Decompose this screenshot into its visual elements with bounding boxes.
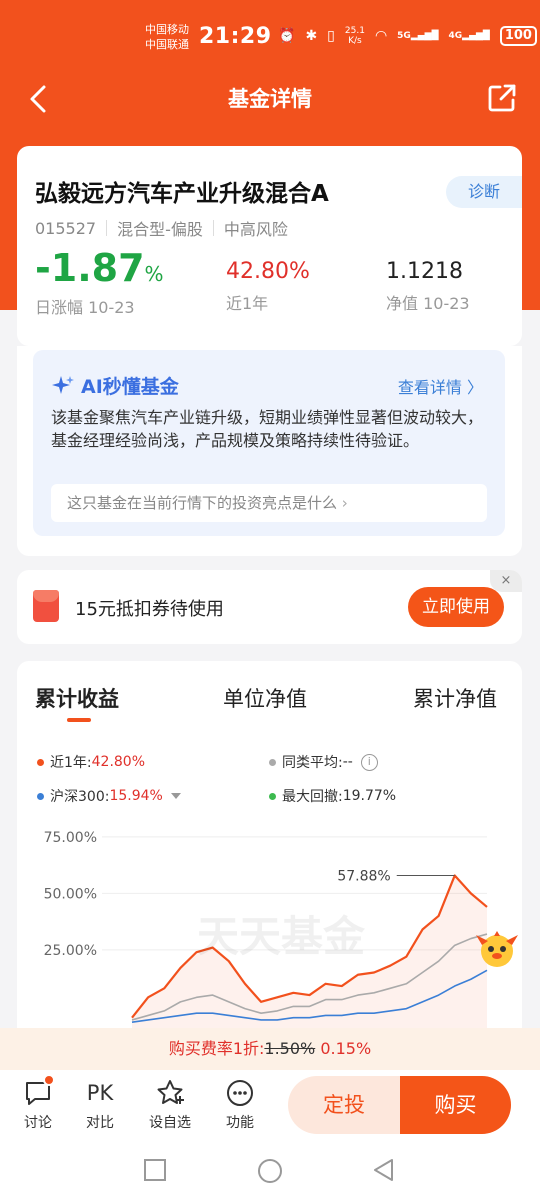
year-return-label: 近1年 — [226, 294, 269, 313]
chart-watermark: 天天基金 — [197, 912, 366, 961]
performance-chart-card: 累计收益 单位净值 累计净值 近1年: 42.80% 同类平均: -- i 沪深30… — [17, 661, 522, 1061]
nav-label: 净值 10-23 — [386, 294, 470, 313]
buy-button[interactable]: 购买 — [400, 1076, 511, 1134]
chevron-right-icon: › — [341, 494, 348, 512]
page-title: 基金详情 — [228, 87, 312, 111]
fund-risk: 中高风险 — [223, 220, 288, 239]
daily-change-label: 日涨幅 10-23 — [35, 298, 135, 317]
discuss-button[interactable]: 讨论 — [15, 1074, 61, 1132]
use-coupon-button[interactable]: 立即使用 — [408, 587, 504, 627]
star-plus-icon — [157, 1080, 184, 1104]
y-tick-label: 50.00% — [44, 886, 97, 902]
share-icon[interactable] — [486, 82, 518, 114]
y-tick-label: 25.00% — [44, 943, 97, 959]
coupon-banner: 15元抵扣券待使用 立即使用 × — [17, 570, 522, 644]
nav-value: 1.1218 — [386, 259, 463, 284]
carrier-2: 中国联通 — [145, 38, 189, 51]
close-icon[interactable]: × — [490, 570, 522, 592]
legend-peer-average: 同类平均: -- i — [269, 752, 378, 772]
more-icon — [227, 1080, 253, 1106]
clock: 21:29 — [199, 24, 272, 49]
vibrate-icon: ▯ — [327, 28, 335, 44]
active-tab-indicator — [67, 718, 91, 722]
bluetooth-icon: ✱ — [305, 28, 318, 44]
nav-metric: 1.1218 净值 10-23 — [386, 256, 470, 314]
chevron-right-icon: 〉 — [466, 378, 483, 397]
diagnose-button[interactable]: 诊断 — [446, 176, 522, 208]
status-bar: 中国移动 中国联通 21:29 ⏰ ✱ ▯ 25.1 K/s ◠ 5G▂▄▆█ … — [0, 0, 540, 68]
chart-tabs: 累计收益 单位净值 累计净值 — [17, 683, 522, 713]
legend-drawdown: 最大回撤: 19.77% — [269, 786, 396, 806]
legend-dot — [37, 792, 44, 800]
add-watchlist-button[interactable]: 设自选 — [147, 1078, 193, 1132]
legend-dot — [37, 758, 44, 766]
alarm-icon: ⏰ — [278, 28, 296, 44]
ai-title: AI秒懂基金 — [51, 372, 179, 399]
divider — [106, 220, 108, 236]
wifi-icon: ◠ — [374, 28, 388, 44]
home-icon[interactable] — [257, 1158, 283, 1184]
legend-dot — [269, 792, 276, 800]
back-triangle-icon[interactable] — [372, 1158, 396, 1182]
coupon-text: 15元抵扣券待使用 — [75, 599, 224, 620]
sparkle-icon — [52, 375, 74, 394]
recent-apps-icon[interactable] — [143, 1158, 167, 1182]
carrier-1: 中国移动 — [145, 23, 189, 36]
signal-4g-icon: 4G▂▄▆█ — [448, 31, 490, 41]
y-tick-label: 75.00% — [44, 830, 97, 846]
notification-dot — [43, 1074, 55, 1086]
functions-button[interactable]: 功能 — [217, 1078, 263, 1132]
ai-detail-link[interactable]: 查看详情 〉 — [398, 374, 483, 398]
ai-summary-card: AI秒懂基金 查看详情 〉 该基金聚焦汽车产业链升级，短期业绩弹性显著但波动较大… — [17, 346, 522, 556]
ai-summary-box: AI秒懂基金 查看详情 〉 该基金聚焦汽车产业链升级，短期业绩弹性显著但波动较大… — [33, 350, 505, 536]
daily-change-metric: -1.87% 日涨幅 10-23 — [35, 248, 164, 318]
net-speed: 25.1 K/s — [344, 26, 365, 46]
pk-icon: PK — [86, 1081, 114, 1105]
year-return-metric: 42.80% 近1年 — [226, 256, 310, 314]
info-icon[interactable]: i — [360, 753, 378, 771]
signal-5g-icon: 5G▂▄▆█ — [397, 31, 439, 41]
mascot-icon[interactable] — [472, 923, 522, 973]
fund-summary-card: 弘毅远方汽车产业升级混合A 诊断 015527 混合型-偏股 中高风险 -1.8… — [17, 146, 522, 346]
year-return-value: 42.80% — [226, 259, 310, 284]
bottom-action-bar: 讨论 PK 对比 设自选 功能 定投 购买 — [0, 1070, 540, 1142]
ai-question-prompt[interactable]: 这只基金在当前行情下的投资亮点是什么 › — [51, 484, 487, 522]
tab-unit-nav[interactable]: 单位净值 — [223, 683, 307, 713]
legend-dot — [269, 758, 276, 766]
fund-name: 弘毅远方汽车产业升级混合A — [35, 181, 329, 207]
fund-code: 015527 — [35, 218, 97, 238]
red-envelope-icon — [33, 590, 59, 622]
tab-cumulative-nav[interactable]: 累计净值 — [413, 683, 497, 713]
return-chart[interactable]: 75.00% 50.00% 25.00% 天天基金 57.88% — [17, 821, 522, 1029]
divider — [212, 220, 214, 236]
sip-button[interactable]: 定投 — [288, 1076, 400, 1134]
battery-indicator: 100 — [499, 26, 537, 46]
status-icons: ⏰ ✱ ▯ 25.1 K/s ◠ 5G▂▄▆█ 4G▂▄▆█ 100 — [278, 26, 537, 46]
fund-type: 混合型-偏股 — [117, 220, 203, 239]
peak-label: 57.88% — [337, 869, 390, 885]
fund-meta: 015527 混合型-偏股 中高风险 — [35, 216, 288, 240]
system-nav-bar — [0, 1142, 540, 1200]
daily-change-value: -1.87% — [35, 246, 164, 290]
ai-description: 该基金聚焦汽车产业链升级，短期业绩弹性显著但波动较大，基金经理经验尚浅，产品规模… — [51, 408, 484, 450]
carrier-info: 中国移动 中国联通 — [145, 22, 189, 52]
fee-strip: 购买费率1折:1.50% 0.15% — [0, 1028, 540, 1070]
original-fee: 1.50% — [264, 1039, 316, 1058]
discount-fee: 0.15% — [320, 1039, 372, 1058]
legend-fund: 近1年: 42.80% — [37, 752, 145, 772]
legend-index[interactable]: 沪深300: 15.94% — [37, 786, 181, 806]
nav-bar: 基金详情 — [0, 68, 540, 130]
chevron-down-icon — [170, 793, 181, 799]
tab-cumulative-return[interactable]: 累计收益 — [35, 683, 119, 713]
compare-button[interactable]: PK 对比 — [77, 1078, 123, 1132]
